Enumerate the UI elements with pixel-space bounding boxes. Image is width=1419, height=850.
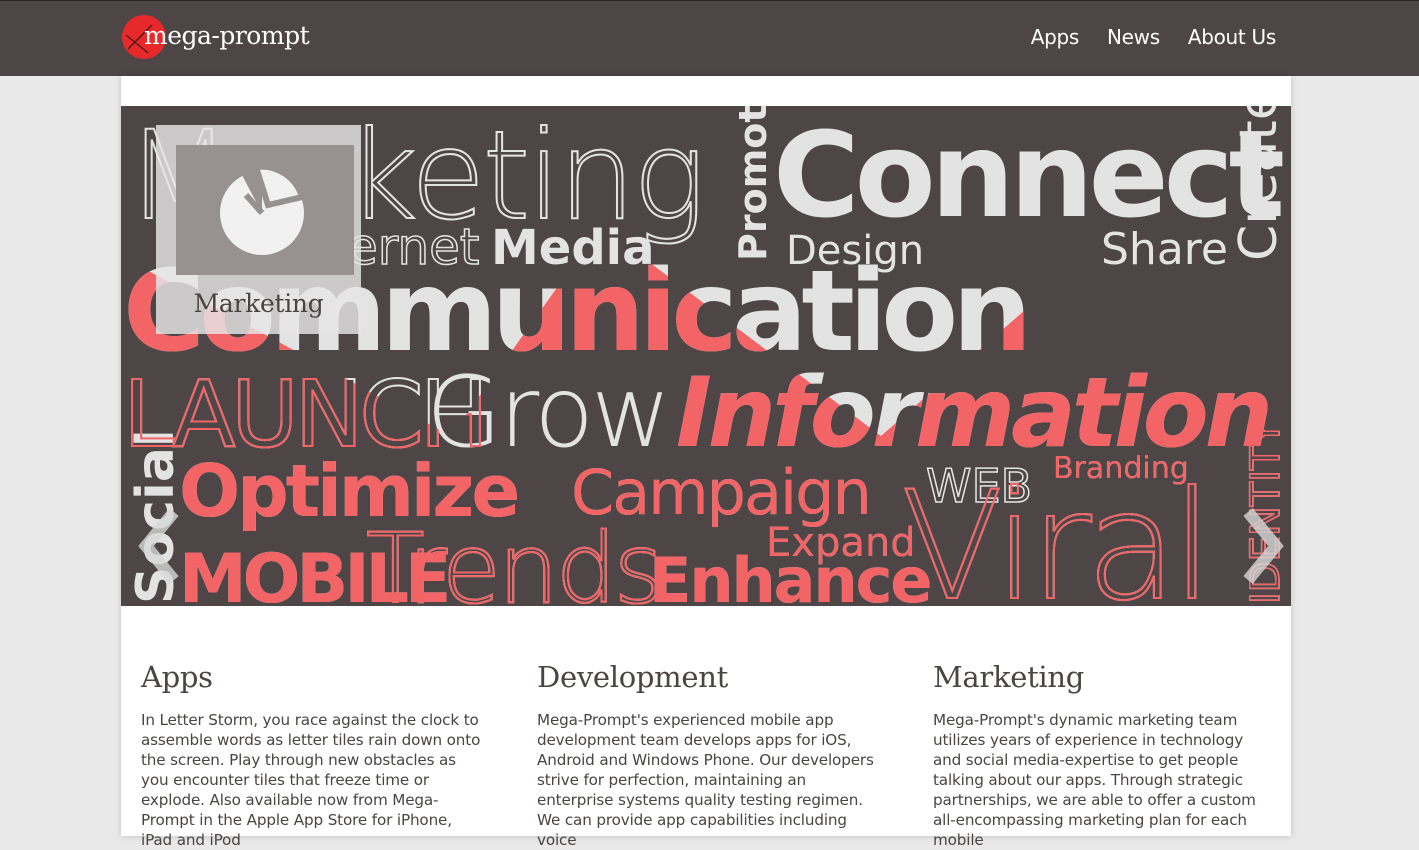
chevron-left-icon	[138, 508, 179, 584]
feature-title: Apps	[141, 660, 213, 694]
page-container: Marketing Connect Promote Create Media D…	[121, 76, 1291, 849]
logo-text: mega-prompt	[144, 20, 310, 50]
nav-about-us[interactable]: About Us	[1188, 25, 1276, 49]
slide-caption-label: Marketing	[193, 289, 324, 318]
feature-development: Development Mega-Prompt's experienced mo…	[537, 660, 877, 850]
carousel-prev-button[interactable]	[135, 506, 185, 586]
main-nav: Apps News About Us	[1003, 25, 1277, 49]
nav-apps[interactable]: Apps	[1031, 25, 1080, 49]
pie-chart-icon	[176, 145, 354, 275]
word-trends-accent: Trends	[366, 513, 661, 606]
word-enhance-accent: Enhance	[649, 544, 930, 606]
slide-caption[interactable]: Marketing	[156, 125, 361, 334]
feature-marketing: Marketing Mega-Prompt's dynamic marketin…	[933, 660, 1273, 850]
word-viral-accent: Viral	[901, 460, 1207, 606]
logo[interactable]: mega-prompt	[122, 13, 310, 61]
carousel-next-button[interactable]	[1237, 506, 1287, 586]
word-create: Create	[1229, 106, 1289, 261]
chevron-right-icon	[1243, 508, 1284, 584]
feature-title: Marketing	[933, 660, 1085, 694]
word-promote: Promote	[731, 106, 775, 261]
nav-news[interactable]: News	[1107, 25, 1160, 49]
feature-text: Mega-Prompt's dynamic marketing team uti…	[933, 711, 1256, 849]
top-navbar: mega-prompt Apps News About Us	[0, 0, 1419, 76]
hero-carousel[interactable]: Marketing Connect Promote Create Media D…	[121, 106, 1291, 606]
feature-apps: Apps In Letter Storm, you race against t…	[141, 660, 481, 850]
feature-text: In Letter Storm, you race against the cl…	[141, 711, 481, 849]
feature-text: Mega-Prompt's experienced mobile app dev…	[537, 711, 874, 849]
feature-title: Development	[537, 660, 728, 694]
